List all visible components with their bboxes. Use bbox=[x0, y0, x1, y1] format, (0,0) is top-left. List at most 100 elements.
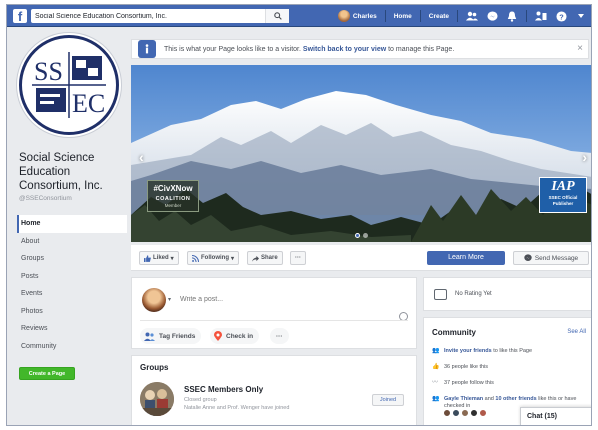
avatar[interactable] bbox=[461, 409, 469, 417]
chevron-down-icon: ▾ bbox=[231, 255, 235, 262]
group-photo[interactable] bbox=[140, 382, 174, 416]
page-nav-item-community[interactable]: Community bbox=[17, 338, 127, 356]
home-link[interactable]: Home bbox=[394, 13, 412, 20]
search-input[interactable] bbox=[31, 9, 261, 23]
logo-text-bottom: EC bbox=[72, 89, 105, 118]
page-nav-item-reviews[interactable]: Reviews bbox=[17, 320, 127, 338]
see-all-link[interactable]: See All bbox=[567, 329, 586, 335]
civxnow-badge: #CivXNow COALITION Member bbox=[147, 180, 199, 212]
iap-logo-text: IAP bbox=[551, 179, 575, 194]
page-action-bar: Liked ▾ Following ▾ Share ··· Learn More… bbox=[131, 245, 591, 271]
visitor-view-notice: This is what your Page looks like to a v… bbox=[131, 39, 589, 59]
friend-name-link[interactable]: Gayle Thieman bbox=[444, 396, 483, 402]
close-icon[interactable]: × bbox=[577, 43, 583, 54]
avatar[interactable] bbox=[470, 409, 478, 417]
chat-tab[interactable]: Chat (15) bbox=[520, 407, 591, 425]
left-sidebar: SS EC Social Science Education Consortiu… bbox=[7, 27, 127, 425]
groups-card: Groups SSEC Members Only Closed group Na… bbox=[131, 355, 417, 425]
top-bar: f Charles Home Create bbox=[7, 5, 591, 27]
tag-friends-label: Tag Friends bbox=[159, 332, 196, 340]
avatar bbox=[337, 10, 350, 22]
account-menu-chevron-down-icon[interactable] bbox=[575, 10, 587, 22]
check-in-button[interactable]: Check in bbox=[210, 328, 260, 344]
mountain-landscape bbox=[131, 65, 591, 242]
invite-friends-link[interactable]: Invite your friends bbox=[444, 348, 492, 354]
joined-button[interactable]: Joined bbox=[372, 394, 404, 406]
page-title: Social Science Education Consortium, Inc… bbox=[19, 152, 103, 192]
friend-requests-icon[interactable] bbox=[466, 10, 478, 22]
divider bbox=[384, 10, 386, 22]
info-icon bbox=[138, 40, 156, 58]
divider bbox=[457, 10, 458, 22]
rss-icon: 〰 bbox=[432, 380, 439, 386]
send-message-label: Send Message bbox=[534, 254, 579, 262]
share-label: Share bbox=[261, 255, 278, 261]
avatar[interactable] bbox=[142, 288, 166, 312]
badge-subtitle: COALITION bbox=[155, 196, 191, 202]
create-link[interactable]: Create bbox=[429, 13, 449, 20]
groups-title: Groups bbox=[140, 363, 169, 372]
other-friends-link[interactable]: 10 other friends bbox=[495, 396, 536, 402]
iap-line2: Publisher bbox=[552, 201, 574, 206]
divider bbox=[526, 10, 527, 22]
page-nav-item-home[interactable]: Home bbox=[17, 215, 127, 233]
following-button[interactable]: Following ▾ bbox=[187, 251, 240, 265]
chevron-down-icon: ▾ bbox=[170, 255, 174, 262]
write-post-input[interactable] bbox=[180, 296, 380, 303]
ssec-logo: SS EC bbox=[32, 52, 106, 118]
messenger-icon bbox=[524, 254, 532, 261]
page-nav-item-photos[interactable]: Photos bbox=[17, 303, 127, 321]
friends-icon: 👥 bbox=[432, 396, 440, 402]
top-nav: Charles Home Create ? bbox=[337, 5, 587, 27]
post-composer: ▾ Tag Friends Check in ··· bbox=[131, 277, 417, 349]
liked-label: Liked bbox=[153, 255, 169, 261]
iap-publisher-badge: IAP SSEC Official Publisher bbox=[539, 177, 587, 213]
avatar[interactable] bbox=[443, 409, 451, 417]
page-nav-item-events[interactable]: Events bbox=[17, 285, 127, 303]
help-icon[interactable]: ? bbox=[555, 10, 567, 22]
more-composer-options-button[interactable]: ··· bbox=[270, 328, 289, 344]
page-nav-item-about[interactable]: About bbox=[17, 233, 127, 251]
share-button[interactable]: Share bbox=[247, 251, 283, 265]
next-arrow-icon[interactable]: › bbox=[582, 149, 587, 165]
pages-icon[interactable] bbox=[535, 10, 547, 22]
friends-and: and bbox=[484, 396, 494, 402]
chevron-down-icon[interactable]: ▾ bbox=[168, 296, 171, 303]
page-handle[interactable]: @SSEConsortium bbox=[19, 195, 72, 202]
carousel-dot[interactable] bbox=[363, 233, 368, 238]
invite-friends-row: 👥 Invite your friends to like this Page bbox=[432, 348, 591, 360]
page-nav-item-groups[interactable]: Groups bbox=[17, 250, 127, 268]
page-profile-picture[interactable]: SS EC bbox=[19, 35, 119, 135]
previous-arrow-icon[interactable]: ‹ bbox=[139, 149, 144, 165]
cover-photo[interactable]: ‹ › #CivXNow COALITION Member IAP SSEC O… bbox=[131, 65, 591, 242]
create-page-button[interactable]: Create a Page bbox=[19, 367, 75, 380]
group-members-joined: Natalie Anne and Prof. Wenger have joine… bbox=[184, 405, 290, 411]
search-button[interactable] bbox=[265, 9, 289, 23]
group-name[interactable]: SSEC Members Only bbox=[184, 385, 263, 394]
follows-row: 〰 37 people follow this bbox=[432, 380, 591, 392]
facebook-logo-icon[interactable]: f bbox=[13, 9, 27, 23]
messenger-icon[interactable] bbox=[486, 10, 498, 22]
follows-count: 37 people follow this bbox=[444, 380, 494, 386]
notifications-icon[interactable] bbox=[506, 10, 518, 22]
profile-link[interactable]: Charles bbox=[337, 10, 377, 22]
notice-text: This is what your Page looks like to a v… bbox=[164, 46, 454, 53]
search-box[interactable] bbox=[31, 9, 289, 23]
send-message-button[interactable]: Send Message bbox=[513, 251, 589, 265]
likes-row: 👍 36 people like this bbox=[432, 364, 591, 376]
avatar[interactable] bbox=[479, 409, 487, 417]
tag-friends-icon bbox=[144, 332, 155, 341]
switch-view-link[interactable]: Switch back to your view bbox=[303, 46, 386, 53]
logo-text-top: SS bbox=[34, 57, 63, 86]
friend-avatars bbox=[443, 409, 487, 417]
liked-button[interactable]: Liked ▾ bbox=[139, 251, 179, 265]
learn-more-button[interactable]: Learn More bbox=[427, 251, 505, 265]
more-options-button[interactable]: ··· bbox=[290, 251, 306, 265]
carousel-dot[interactable] bbox=[355, 233, 360, 238]
user-name: Charles bbox=[352, 12, 377, 20]
browser-frame: f Charles Home Create bbox=[6, 4, 592, 426]
tag-friends-button[interactable]: Tag Friends bbox=[140, 328, 202, 344]
divider bbox=[419, 10, 421, 22]
avatar[interactable] bbox=[452, 409, 460, 417]
page-nav-item-posts[interactable]: Posts bbox=[17, 268, 127, 286]
